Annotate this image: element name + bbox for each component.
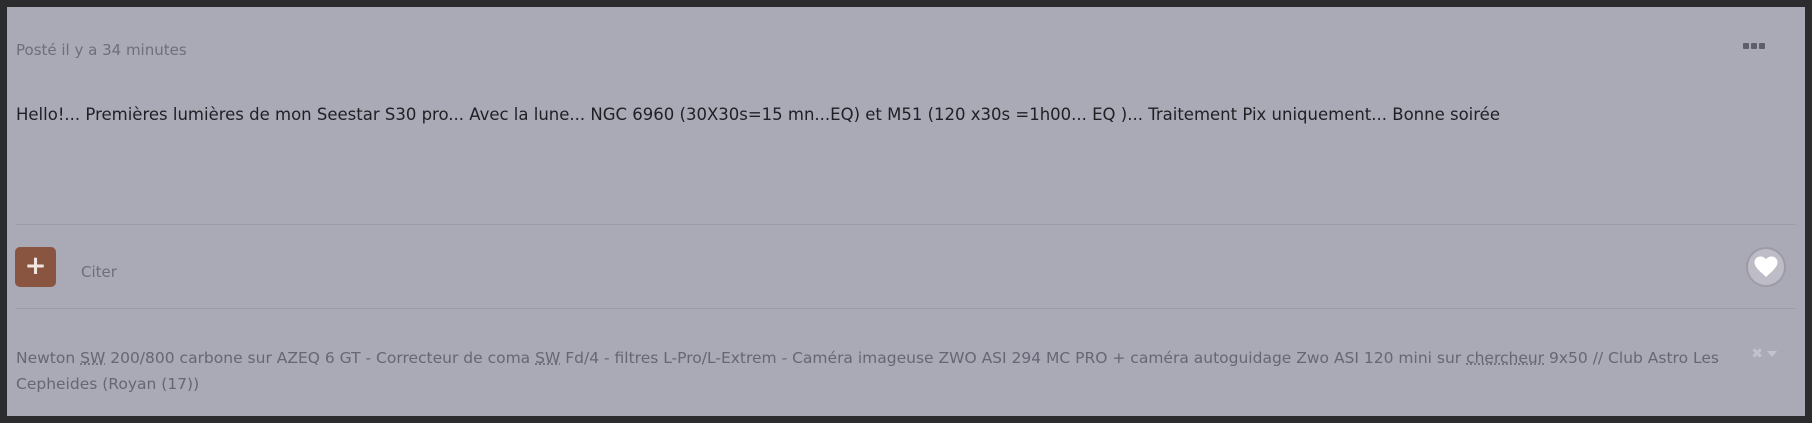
caret-down-icon [1767,351,1777,357]
post-timestamp: Posté il y a 34 minutes [16,41,187,59]
signature-text: 200/800 carbone sur AZEQ 6 GT - Correcte… [105,349,536,367]
divider [16,308,1796,309]
signature-options-button[interactable]: ✖ [1751,346,1777,362]
signature-text: Newton [16,349,81,367]
more-dots-icon [1743,43,1749,49]
forum-post: Posté il y a 34 minutes Hello!... Premiè… [7,7,1805,416]
more-dots-icon [1759,43,1765,49]
abbr-sw: SW [80,349,106,367]
more-dots-icon [1751,43,1757,49]
divider [16,224,1796,225]
quote-button[interactable]: Citer [81,263,117,281]
more-options-button[interactable] [1743,43,1765,49]
user-signature: Newton SW 200/800 carbone sur AZEQ 6 GT … [16,345,1741,397]
signature-text: Fd/4 - filtres L-Pro/L-Extrem - Caméra i… [560,349,1467,367]
abbr-sw: SW [535,349,561,367]
heart-icon [1754,256,1778,277]
abbr-chercheur: chercheur [1466,349,1545,367]
multiquote-button[interactable]: + [15,247,56,287]
reaction-button[interactable] [1746,247,1786,287]
post-content: Hello!... Premières lumières de mon Sees… [16,105,1500,124]
close-icon: ✖ [1751,346,1763,362]
